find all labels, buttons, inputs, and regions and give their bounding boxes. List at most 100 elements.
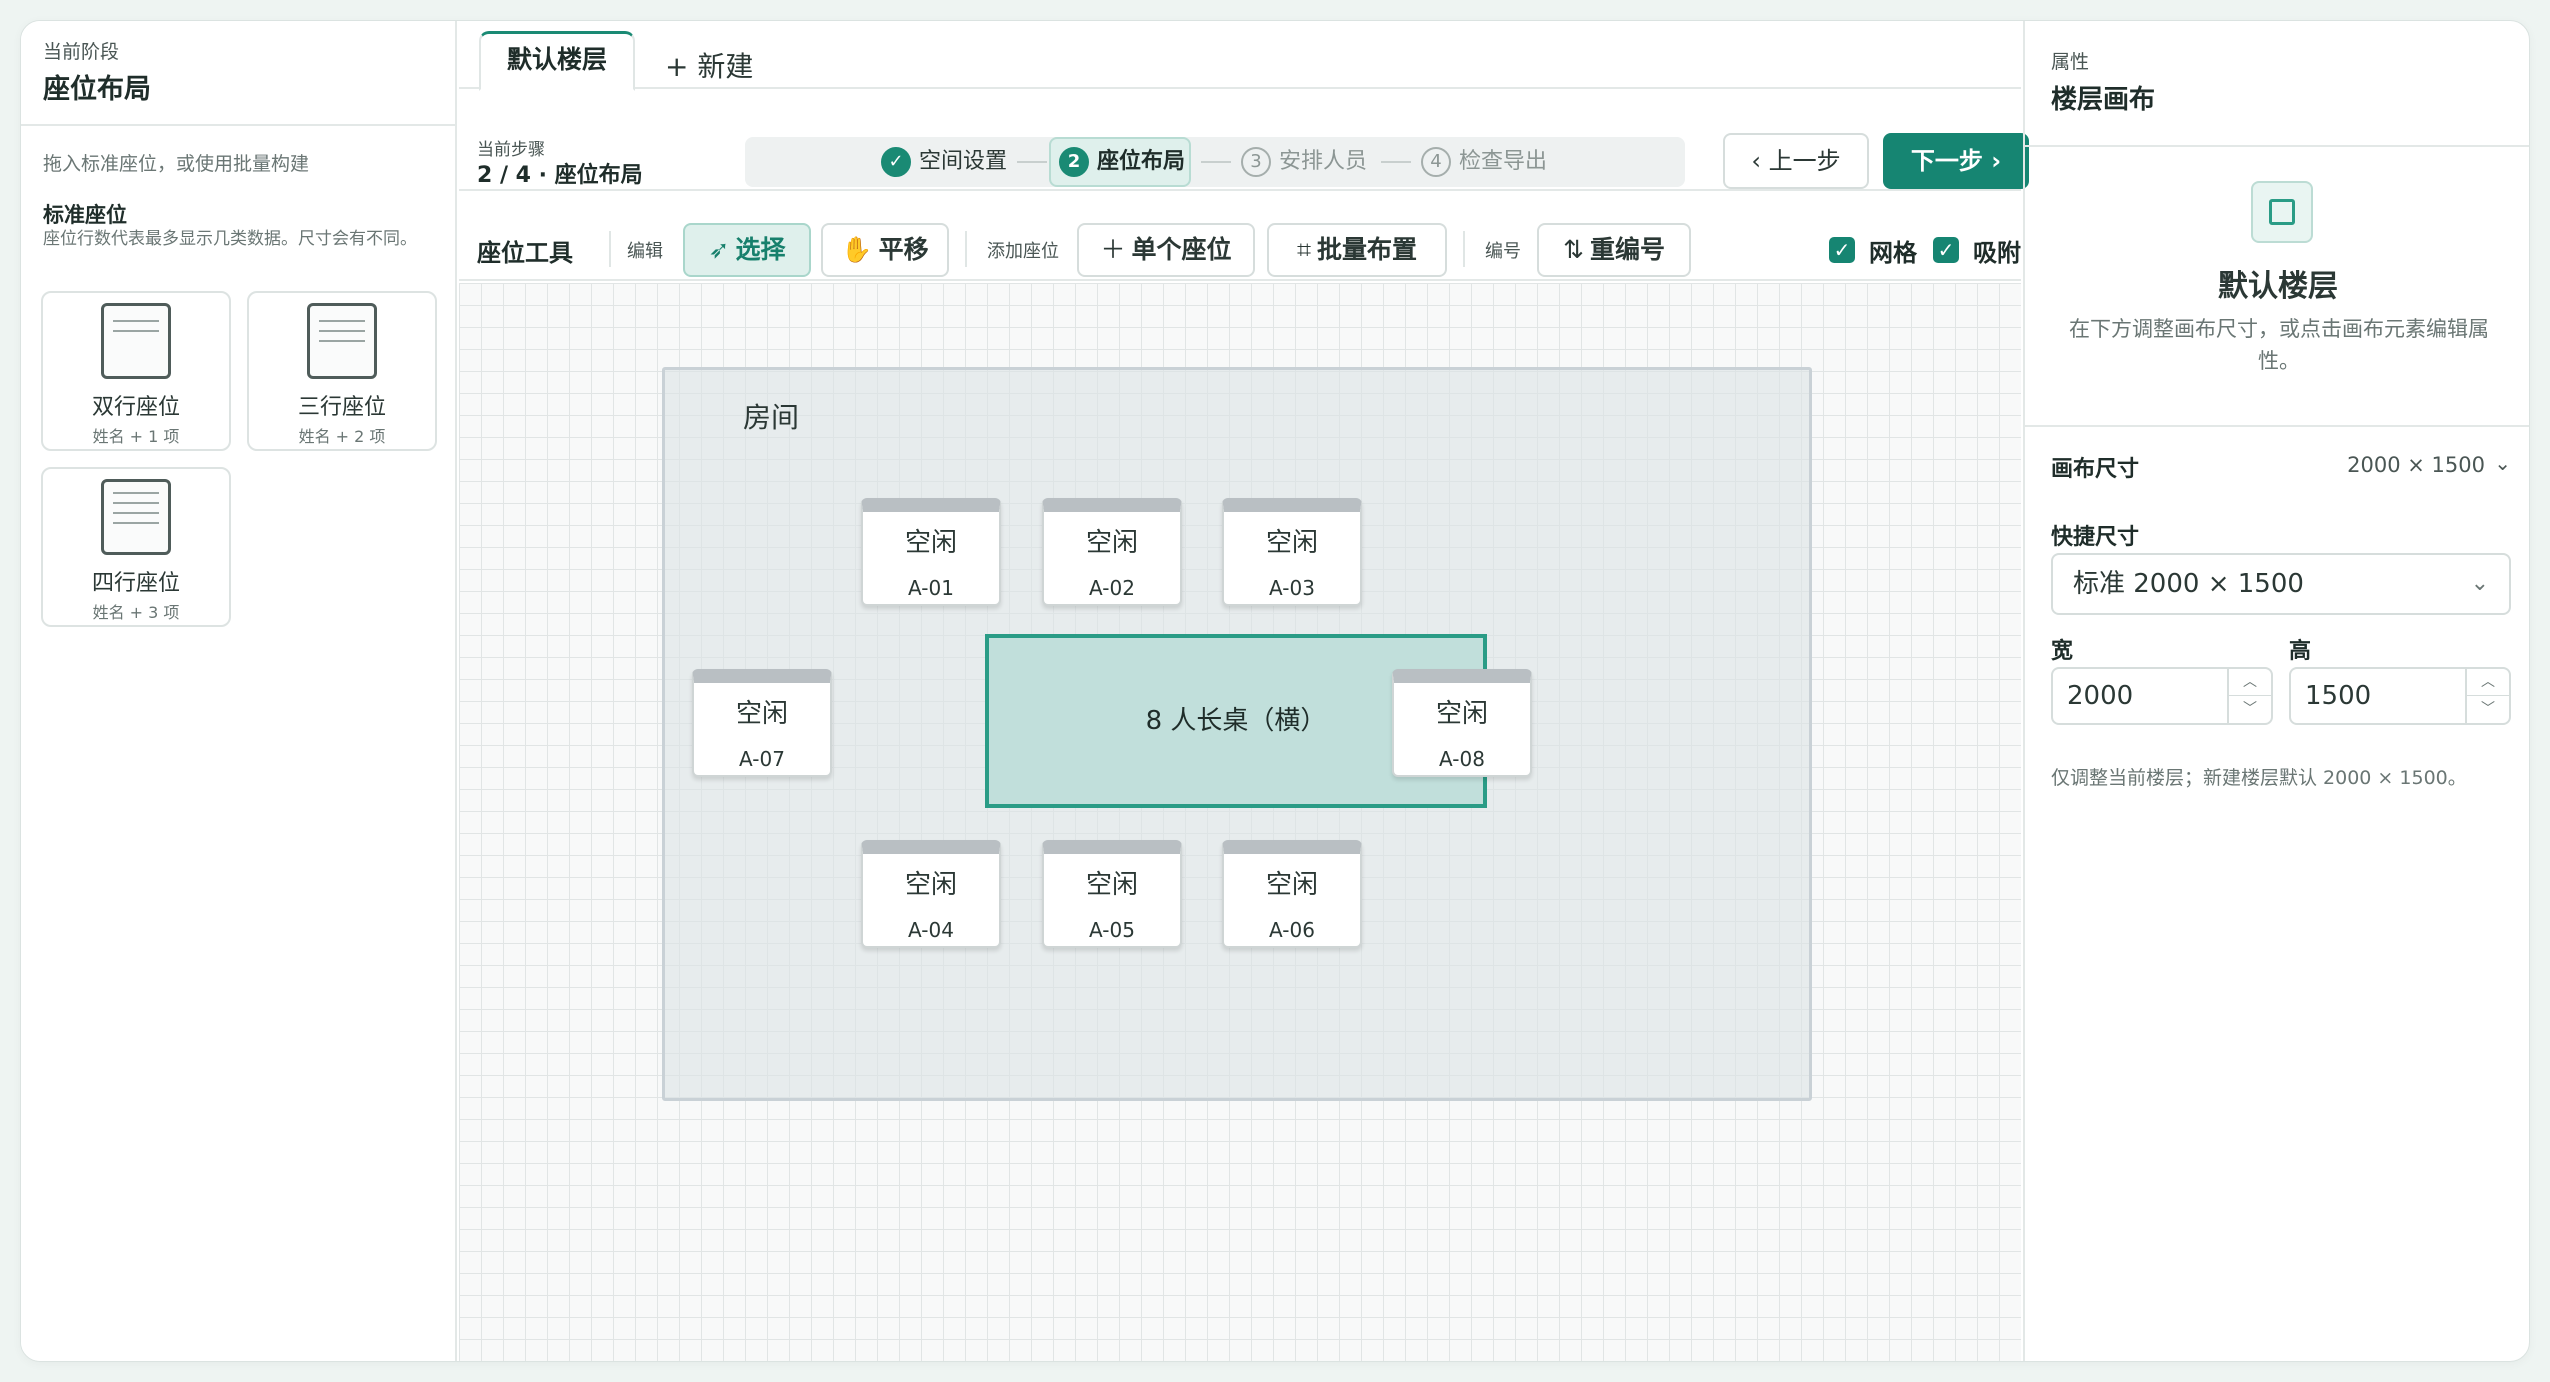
snap-label: 吸附 <box>1973 239 2021 267</box>
template-sub: 姓名 + 2 项 <box>298 427 386 446</box>
crop-icon: ⌗ <box>1296 235 1312 264</box>
height-input[interactable]: 1500 ︿ ﹀ <box>2289 667 2511 725</box>
renumber-label: 重编号 <box>1589 235 1665 264</box>
template-two-row-seat[interactable]: 双行座位 姓名 + 1 项 <box>41 291 231 451</box>
chevron-down-icon[interactable]: ﹀ <box>2467 696 2509 723</box>
size-note: 仅调整当前楼层；新建楼层默认 2000 × 1500。 <box>2051 767 2467 789</box>
select-tool-button[interactable]: ➶ 选择 <box>683 223 811 277</box>
step-number: 3 <box>1241 147 1271 177</box>
canvas-size-value[interactable]: 2000 × 1500 <box>2347 453 2485 477</box>
renumber-button[interactable]: ⇅ 重编号 <box>1537 223 1691 277</box>
height-stepper[interactable]: ︿ ﹀ <box>2465 669 2509 723</box>
seat-template-icon <box>307 303 377 379</box>
properties-panel: 属性 楼层画布 默认楼层 在下方调整画布尺寸，或点击画布元素编辑属性。 画布尺寸… <box>2023 21 2529 1361</box>
check-icon: ✓ <box>881 147 911 177</box>
next-step-button[interactable]: 下一步 › <box>1883 133 2029 189</box>
tab-default-floor[interactable]: 默认楼层 <box>479 31 635 91</box>
standard-seats-title: 标准座位 <box>43 203 127 227</box>
step-4[interactable]: 4 检查导出 <box>1421 137 1547 187</box>
new-floor-tab[interactable]: + 新建 <box>665 45 753 85</box>
seat-a03[interactable]: 空闲 A-03 <box>1222 498 1362 606</box>
floor-canvas[interactable]: 房间 空闲 A-01 空闲 A-02 空闲 A-03 空闲 A-07 8 人长桌… <box>459 283 2021 1361</box>
seat-toolbar: 座位工具 编辑 ➶ 选择 ✋ 平移 添加座位 ＋单个座位 ⌗ 批量布置 编号 ⇅ 重编号… <box>459 193 2021 281</box>
chevron-up-icon[interactable]: ︿ <box>2467 669 2509 696</box>
chevron-down-icon[interactable]: ﹀ <box>2229 696 2271 723</box>
prev-step-button[interactable]: ‹ 上一步 <box>1723 133 1869 189</box>
seat-id: A-03 <box>1269 576 1315 600</box>
batch-label: 批量布置 <box>1317 235 1418 264</box>
width-stepper[interactable]: ︿ ﹀ <box>2227 669 2271 723</box>
step-2[interactable]: 2 座位布局 <box>1059 137 1185 187</box>
canvas-square-icon <box>2251 181 2313 243</box>
seat-id: A-07 <box>739 747 785 771</box>
seat-a06[interactable]: 空闲 A-06 <box>1222 840 1362 948</box>
chevron-down-icon[interactable]: ⌄ <box>2494 451 2511 475</box>
hand-icon: ✋ <box>841 235 873 264</box>
seat-template-icon <box>101 303 171 379</box>
seat-id: A-06 <box>1269 918 1315 942</box>
floor-desc: 在下方调整画布尺寸，或点击画布元素编辑属性。 <box>2069 317 2489 373</box>
seat-status: 空闲 <box>735 699 788 729</box>
seat-a07[interactable]: 空闲 A-07 <box>692 669 832 777</box>
seat-a01[interactable]: 空闲 A-01 <box>861 498 1001 606</box>
standard-seats-desc: 座位行数代表最多显示几类数据。尺寸会有不同。 <box>43 229 417 249</box>
left-hint: 拖入标准座位，或使用批量构建 <box>43 153 310 175</box>
seat-status: 空闲 <box>1435 699 1488 729</box>
step-label: 空间设置 <box>919 149 1008 174</box>
step-number: 2 <box>1059 147 1089 177</box>
room-label: 房间 <box>743 401 800 434</box>
step-label: 检查导出 <box>1459 149 1548 174</box>
left-panel: 当前阶段 座位布局 拖入标准座位，或使用批量构建 标准座位 座位行数代表最多显示… <box>21 21 457 1361</box>
quick-size-value: 标准 2000 × 1500 <box>2073 569 2304 599</box>
step-bar: 当前步骤 2 / 4 · 座位布局 ✓ 空间设置 2 座位布局 3 安排人员 4 检查导… <box>459 91 2029 191</box>
properties-label: 属性 <box>2051 51 2090 73</box>
current-step-value: 2 / 4 · 座位布局 <box>477 163 643 188</box>
seat-id: A-01 <box>908 576 954 600</box>
seat-id: A-05 <box>1089 918 1135 942</box>
seat-status: 空闲 <box>1265 528 1318 558</box>
seat-id: A-08 <box>1439 747 1485 771</box>
batch-layout-button[interactable]: ⌗ 批量布置 <box>1267 223 1447 277</box>
stage-header: 当前阶段 座位布局 <box>21 21 455 126</box>
seat-status: 空闲 <box>1085 528 1138 558</box>
properties-title: 楼层画布 <box>2051 85 2156 115</box>
floor-name: 默认楼层 <box>2218 269 2338 304</box>
quick-size-select[interactable]: 标准 2000 × 1500 ⌄ <box>2051 553 2511 615</box>
divider <box>2025 425 2529 427</box>
step-progress: ✓ 空间设置 2 座位布局 3 安排人员 4 检查导出 <box>745 137 1685 187</box>
pan-label: 平移 <box>878 235 929 264</box>
step-1[interactable]: ✓ 空间设置 <box>881 137 1007 187</box>
add-single-seat-button[interactable]: ＋单个座位 <box>1077 223 1255 277</box>
step-label: 座位布局 <box>1097 149 1186 174</box>
seat-a05[interactable]: 空闲 A-05 <box>1042 840 1182 948</box>
app-window: 当前阶段 座位布局 拖入标准座位，或使用批量构建 标准座位 座位行数代表最多显示… <box>20 20 2530 1362</box>
template-four-row-seat[interactable]: 四行座位 姓名 + 3 项 <box>41 467 231 627</box>
height-label: 高 <box>2289 639 2312 664</box>
room-area[interactable]: 房间 空闲 A-01 空闲 A-02 空闲 A-03 空闲 A-07 8 人长桌… <box>662 367 1812 1101</box>
single-seat-label: 单个座位 <box>1131 235 1232 264</box>
step-3[interactable]: 3 安排人员 <box>1241 137 1367 187</box>
toolbar-divider <box>1463 231 1465 267</box>
floor-tabs: 默认楼层 + 新建 <box>459 21 2021 91</box>
seat-id: A-04 <box>908 918 954 942</box>
width-value: 2000 <box>2067 681 2134 711</box>
properties-header: 属性 楼层画布 <box>2025 21 2529 147</box>
pan-tool-button[interactable]: ✋ 平移 <box>821 223 949 277</box>
snap-checkbox[interactable]: ✓ <box>1933 237 1959 263</box>
seat-a02[interactable]: 空闲 A-02 <box>1042 498 1182 606</box>
toolbar-divider <box>609 231 611 267</box>
seat-status: 空闲 <box>1265 870 1318 900</box>
stage-label: 当前阶段 <box>43 41 120 63</box>
template-three-row-seat[interactable]: 三行座位 姓名 + 2 项 <box>247 291 437 451</box>
seat-status: 空闲 <box>1085 870 1138 900</box>
seat-template-icon <box>101 479 171 555</box>
seat-a04[interactable]: 空闲 A-04 <box>861 840 1001 948</box>
width-input[interactable]: 2000 ︿ ﹀ <box>2051 667 2273 725</box>
grid-checkbox[interactable]: ✓ <box>1829 237 1855 263</box>
cursor-icon: ➶ <box>708 235 730 264</box>
toolbar-divider <box>965 231 967 267</box>
stage-title: 座位布局 <box>43 74 151 105</box>
step-separator <box>1201 161 1231 163</box>
chevron-up-icon[interactable]: ︿ <box>2229 669 2271 696</box>
seat-a08[interactable]: 空闲 A-08 <box>1392 669 1532 777</box>
